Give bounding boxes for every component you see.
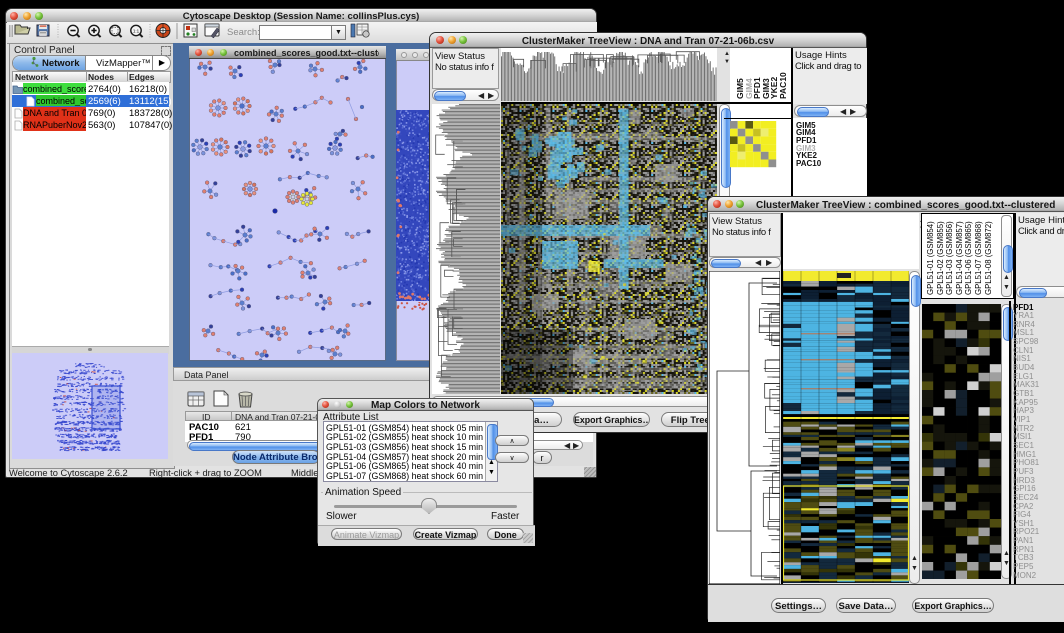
svg-text:1:1: 1:1 (133, 29, 140, 34)
